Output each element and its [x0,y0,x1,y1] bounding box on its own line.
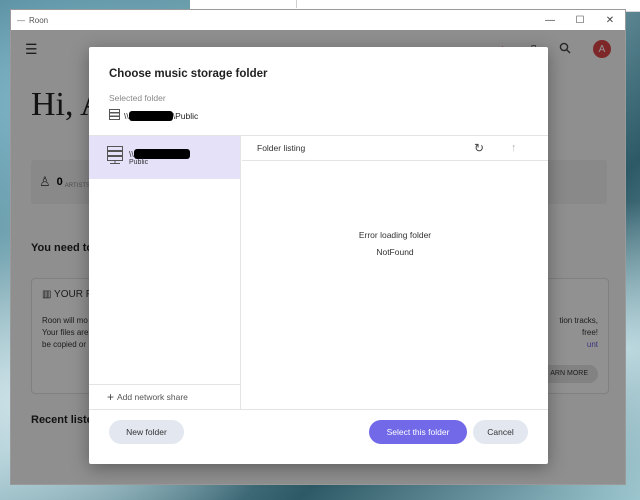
folder-listing-title: Folder listing [257,143,306,153]
select-folder-button[interactable]: Select this folder [369,420,467,444]
maximize-button[interactable]: ☐ [565,15,595,26]
error-message: Error loading folder NotFound [242,227,548,261]
cancel-button[interactable]: Cancel [473,420,528,444]
close-button[interactable]: ✕ [595,15,625,26]
folder-listing-header: Folder listing ↻ ↑ [242,136,548,161]
error-detail: NotFound [376,247,414,257]
dialog-title: Choose music storage folder [109,68,268,80]
add-share-label: Add network share [117,392,188,402]
path-suffix: \Public [172,110,199,121]
app-icon: — [17,15,25,25]
selected-folder-path: \\ \Public [109,109,198,122]
arrow-up-icon[interactable]: ↑ [511,142,517,154]
redacted-server-name [128,110,173,121]
window-title: Roon [29,15,49,25]
window-controls: — ☐ ✕ [535,15,625,26]
background-window-edge [296,0,640,8]
add-network-share-button[interactable]: + Add network share [89,384,241,409]
locations-pane: \\ Public + Add network share [89,136,241,409]
divider [89,409,548,410]
server-icon [109,109,120,122]
title-bar: — Roon — ☐ ✕ [11,10,625,30]
location-item-public[interactable]: \\ Public [89,136,240,179]
new-folder-button[interactable]: New folder [109,420,184,444]
refresh-icon[interactable]: ↻ [474,141,484,155]
plus-icon: + [107,390,115,404]
minimize-button[interactable]: — [535,15,565,26]
location-sub: Public [129,159,149,166]
selected-folder-label: Selected folder [109,93,166,103]
error-title: Error loading folder [358,230,432,240]
choose-folder-dialog: Choose music storage folder Selected fol… [89,47,548,464]
server-icon [107,146,123,169]
redacted-server-name [133,149,190,159]
